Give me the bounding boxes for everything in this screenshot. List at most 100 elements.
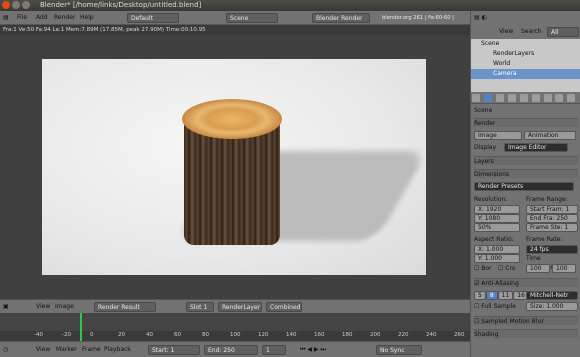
editor-type-icon[interactable]: ◷ xyxy=(3,345,8,355)
editor-type-icon[interactable]: ▣ xyxy=(3,302,9,312)
pass-select[interactable]: Combined xyxy=(266,302,302,312)
outliner-filter-select[interactable]: All Scenes xyxy=(547,27,579,46)
playback-controls[interactable]: ⏮ ◀ ▶ ⏭ xyxy=(300,345,326,355)
outliner-item-world[interactable]: World xyxy=(471,59,580,69)
outliner-item-renderlayers[interactable]: RenderLayers xyxy=(471,49,580,59)
ruler-tick-label: 80 xyxy=(202,332,209,338)
aa-samples-8[interactable]: 8 xyxy=(485,291,498,300)
resolution-y-field[interactable]: Y: 1080 xyxy=(474,214,520,223)
menu-marker[interactable]: Marker xyxy=(56,345,77,355)
outliner-item-camera[interactable]: Camera xyxy=(471,69,580,79)
aspect-y-field[interactable]: Y: 1.000 xyxy=(474,254,520,263)
start-frame-field[interactable]: Start Fram: 1 xyxy=(526,205,578,214)
outliner-tree[interactable]: Scene RenderLayers World Camera xyxy=(471,39,580,92)
menu-file[interactable]: File xyxy=(17,13,27,23)
frame-rate-label: Frame Rate: xyxy=(526,236,563,243)
modifiers-context-icon[interactable] xyxy=(543,94,552,102)
data-context-icon[interactable] xyxy=(555,94,564,102)
maximize-window-icon[interactable] xyxy=(22,1,30,9)
minimize-window-icon[interactable] xyxy=(12,1,20,9)
time-remap-old-field[interactable]: 100 xyxy=(526,264,550,273)
aspect-x-field[interactable]: X: 1.000 xyxy=(474,245,520,254)
resolution-label: Resolution: xyxy=(474,196,508,203)
render-context-icon[interactable] xyxy=(483,94,492,102)
status-info: blender.org 261 | Fa:60-60 | Fa:36-36 | … xyxy=(382,15,455,31)
end-frame-field[interactable]: End Fra: 250 xyxy=(526,214,578,223)
outliner-search-menu[interactable]: Search xyxy=(521,27,542,37)
image-editor-viewport[interactable] xyxy=(0,35,470,299)
outliner-item-scene[interactable]: Scene xyxy=(471,39,580,49)
playhead-cursor[interactable] xyxy=(80,313,82,341)
slot-select[interactable]: Slot 1 xyxy=(186,302,214,312)
editor-type-icon[interactable]: ▤ xyxy=(3,13,9,23)
material-context-icon[interactable] xyxy=(567,94,576,102)
object-context-icon[interactable] xyxy=(519,94,528,102)
motion-blur-label: Sampled Motion Blur xyxy=(481,318,544,325)
menu-render[interactable]: Render xyxy=(54,13,75,23)
aa-filter-select[interactable]: Mitchell-Netr xyxy=(526,291,578,300)
window-controls xyxy=(2,1,32,10)
outliner-header-icons[interactable]: ▤ ◐ xyxy=(474,13,487,23)
constraints-context-icon[interactable] xyxy=(531,94,540,102)
menu-playback[interactable]: Playback xyxy=(104,345,131,355)
anti-aliasing-section-header[interactable]: ☑ Anti-Aliasing xyxy=(474,278,578,287)
sync-select[interactable]: No Sync xyxy=(376,345,422,355)
dimensions-section-header[interactable]: Dimensions xyxy=(474,169,578,178)
resolution-percentage-field[interactable]: 50% xyxy=(474,223,520,232)
border-checkbox[interactable]: ☐ Bor xyxy=(474,265,492,272)
time-remap-new-field[interactable]: 100 xyxy=(552,264,576,273)
crop-checkbox[interactable]: ☐ Cro xyxy=(498,264,516,273)
world-context-icon[interactable] xyxy=(507,94,516,102)
ruler-tick-label: 20 xyxy=(118,332,125,338)
timeline-header: ◷ View Marker Frame Playback Start: 1 En… xyxy=(0,341,470,357)
full-sample-checkbox[interactable]: ☐ Full Sample xyxy=(474,303,516,310)
end-frame-field[interactable]: End: 250 xyxy=(204,345,258,355)
render-presets-select[interactable]: Render Presets xyxy=(474,182,574,191)
menu-view[interactable]: View xyxy=(36,345,50,355)
close-window-icon[interactable] xyxy=(2,1,10,9)
image-select[interactable]: Render Result xyxy=(94,302,156,312)
menu-add[interactable]: Add xyxy=(36,13,48,23)
fps-select[interactable]: 24 fps xyxy=(526,245,578,254)
ruler-tick-label: 180 xyxy=(342,332,353,338)
outliner-view-menu[interactable]: View xyxy=(499,27,513,37)
menu-frame[interactable]: Frame xyxy=(82,345,101,355)
full-sample-label: Full Sample xyxy=(481,303,516,310)
ruler-tick-label: -20 xyxy=(62,332,71,338)
aspect-ratio-label: Aspect Ratio: xyxy=(474,236,514,243)
timeline-area[interactable]: -40 -20 0 20 40 60 80 100 120 140 160 180 200 220 240 2… xyxy=(0,313,470,341)
render-stats: Fra:1 Ve:50 Fa:94 La:1 Mem:7.89M (17.85M… xyxy=(0,25,470,35)
shading-section-header[interactable]: Shading xyxy=(474,329,578,338)
frame-step-field[interactable]: Frame Ste: 1 xyxy=(526,223,578,232)
border-label: Bor xyxy=(481,265,492,272)
filter-size-field[interactable]: Size: 1.000 xyxy=(526,302,578,311)
right-sidebar: ▤ ◐ View Search All Scenes Scene RenderL… xyxy=(470,11,580,357)
screen-layout-select[interactable]: Default xyxy=(127,13,179,23)
motion-blur-section-header[interactable]: ☐ Sampled Motion Blur xyxy=(474,316,578,325)
render-animation-button[interactable]: Animation xyxy=(523,131,576,140)
menu-image[interactable]: Image xyxy=(55,302,74,312)
start-frame-field[interactable]: Start: 1 xyxy=(148,345,200,355)
ruler-tick-label: 40 xyxy=(146,332,153,338)
resolution-x-field[interactable]: X: 1920 xyxy=(474,205,520,214)
ruler-tick-label: 220 xyxy=(398,332,409,338)
menu-help[interactable]: Help xyxy=(80,13,94,23)
aa-samples-11[interactable]: 11 xyxy=(497,291,514,300)
current-frame-field[interactable]: 1 xyxy=(262,345,286,355)
render-section-header[interactable]: Render xyxy=(474,118,578,127)
display-select[interactable]: Image Editor xyxy=(504,143,568,152)
layer-select[interactable]: RenderLayer xyxy=(218,302,262,312)
properties-editor-icon[interactable] xyxy=(472,94,480,102)
window-title: Blender* [/home/links/Desktop/untitled.b… xyxy=(40,1,202,9)
scene-select[interactable]: Scene xyxy=(226,13,278,23)
aa-samples-5[interactable]: 5 xyxy=(474,291,486,300)
menu-view[interactable]: View xyxy=(36,302,50,312)
outliner-header: View Search All Scenes xyxy=(471,25,580,46)
render-engine-select[interactable]: Blender Render xyxy=(312,13,370,23)
render-image-button[interactable]: Image xyxy=(474,131,522,140)
layers-section-header[interactable]: Layers xyxy=(474,156,578,165)
ruler-tick-label: 0 xyxy=(90,332,94,338)
ruler-tick-label: 100 xyxy=(230,332,241,338)
properties-context-bar xyxy=(471,92,580,104)
scene-context-icon[interactable] xyxy=(495,94,504,102)
